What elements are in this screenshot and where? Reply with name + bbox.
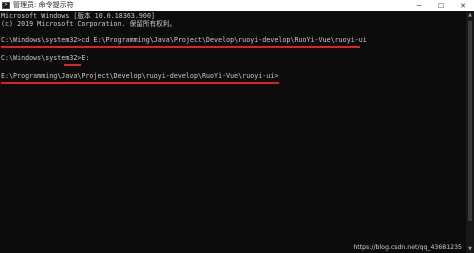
console-line-cd-command: C:\Windows\system32>cd E:\Programming\Ja… — [1, 36, 367, 44]
scroll-up-icon[interactable]: ▲ — [466, 11, 474, 19]
window-controls: ─ ☐ ✕ — [408, 0, 474, 11]
cd-command-underline — [80, 46, 360, 48]
watermark: https://blog.csdn.net/qq_43681235 — [353, 244, 462, 251]
maximize-button[interactable]: ☐ — [430, 0, 452, 11]
vertical-scrollbar[interactable]: ▲ ▼ — [466, 11, 474, 253]
drive-command-underline — [64, 64, 81, 66]
current-prompt-underline — [1, 82, 279, 84]
scroll-down-icon[interactable]: ▼ — [466, 245, 474, 253]
scroll-thumb[interactable] — [468, 21, 472, 221]
console-line-drive-command: C:\Windows\system32>E: — [1, 54, 90, 62]
window-title: 管理员: 命令提示符 — [13, 1, 74, 9]
minimize-button[interactable]: ─ — [408, 0, 430, 11]
console-line-copyright: (c) 2019 Microsoft Corporation. 保留所有权利。 — [1, 20, 177, 28]
console-output[interactable]: Microsoft Windows [版本 10.0.18363.900] (c… — [0, 11, 466, 253]
console-line-current-prompt: E:\Programming\Java\Project\Develop\ruoy… — [1, 72, 279, 80]
prompt-underline — [1, 46, 80, 48]
close-button[interactable]: ✕ — [452, 0, 474, 11]
title-bar: > 管理员: 命令提示符 ─ ☐ ✕ — [0, 0, 474, 11]
cmd-icon: > — [2, 2, 10, 9]
